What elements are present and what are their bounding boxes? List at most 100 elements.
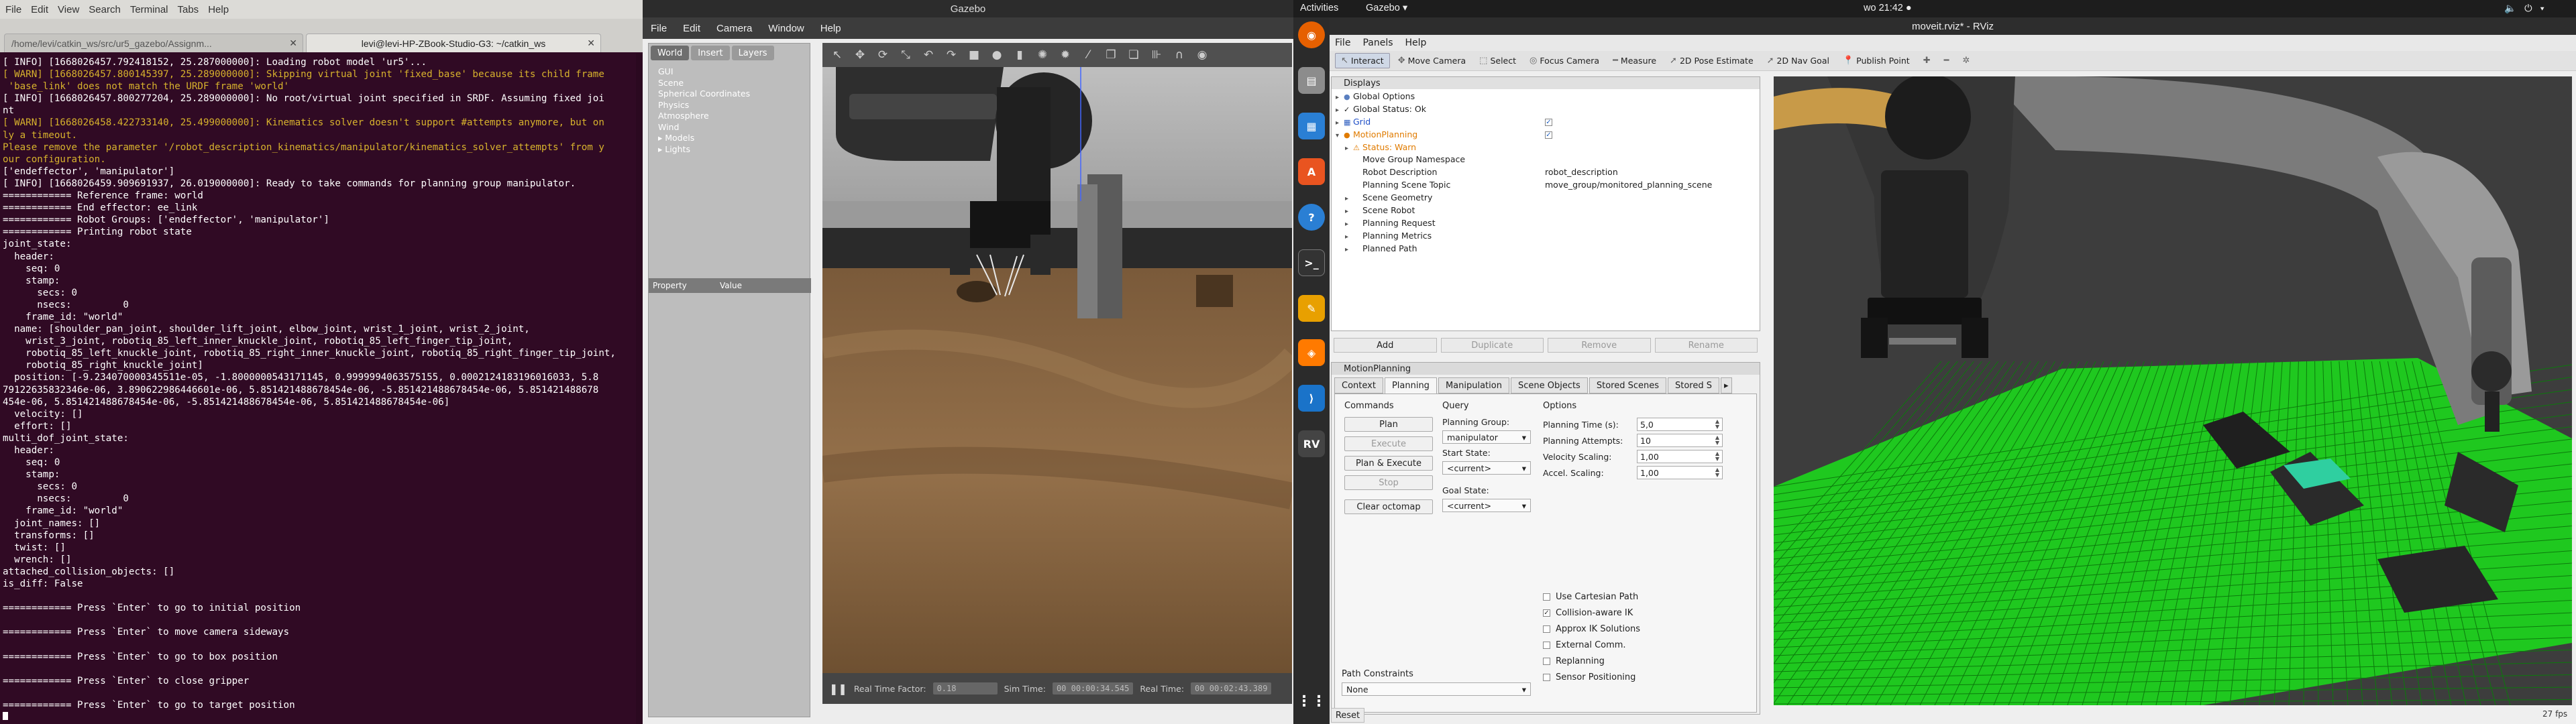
- remove-button[interactable]: Remove: [1548, 338, 1651, 353]
- plan-execute-button[interactable]: Plan & Execute: [1344, 456, 1433, 471]
- add-button[interactable]: Add: [1334, 338, 1437, 353]
- terminal-window[interactable]: File Edit View Search Terminal Tabs Help…: [0, 0, 643, 724]
- tab-world[interactable]: World: [651, 46, 690, 60]
- checkbox[interactable]: [1543, 657, 1550, 665]
- tool-2d-pose-estimate[interactable]: ➚ 2D Pose Estimate: [1664, 54, 1759, 68]
- tree-item-physics[interactable]: Physics: [658, 100, 806, 111]
- display-row[interactable]: ▾ ● MotionPlanning ✓: [1332, 129, 1760, 141]
- display-value[interactable]: move_group/monitored_planning_scene: [1545, 180, 1712, 190]
- option-spinbox[interactable]: 1,00 ▲ ▼: [1637, 466, 1723, 479]
- tool-tool-10[interactable]: ✲: [1957, 54, 1975, 68]
- tool-publish-point[interactable]: 📍 Publish Point: [1837, 54, 1915, 68]
- tool-measure[interactable]: ━ Measure: [1607, 54, 1662, 68]
- checkbox[interactable]: [1543, 625, 1550, 633]
- terminal-tab-1[interactable]: /home/levi/catkin_ws/src/ur5_gazebo/Assi…: [4, 34, 303, 52]
- tab-stored-scenes[interactable]: Stored Scenes: [1589, 377, 1666, 394]
- terminal-menu-search[interactable]: Search: [89, 4, 121, 15]
- terminal-tab-2[interactable]: levi@levi-HP-ZBook-Studio-G3: ~/catkin_w…: [306, 34, 601, 52]
- terminal-menu-file[interactable]: File: [5, 4, 21, 15]
- display-row[interactable]: ▸ ⚠ Status: Warn: [1332, 141, 1760, 154]
- tool-2d-nav-goal[interactable]: ➚ 2D Nav Goal: [1762, 54, 1835, 68]
- expand-arrow-icon[interactable]: ▸: [1345, 219, 1353, 230]
- terminal-menu-terminal[interactable]: Terminal: [130, 4, 168, 15]
- enable-checkbox[interactable]: ✓: [1545, 118, 1552, 126]
- option-checkbox-row[interactable]: External Comm.: [1543, 637, 1640, 653]
- gazebo-menu-edit[interactable]: Edit: [683, 23, 700, 34]
- display-row[interactable]: Planning Scene Topic move_group/monitored…: [1332, 179, 1760, 192]
- pause-icon[interactable]: ❚❚: [829, 682, 847, 695]
- display-value[interactable]: robot_description: [1545, 167, 1618, 177]
- spinbox-arrows-icon[interactable]: ▲ ▼: [1715, 419, 1722, 430]
- terminal-menu-view[interactable]: View: [58, 4, 79, 15]
- display-row[interactable]: ▸ Scene Robot: [1332, 204, 1760, 217]
- expand-arrow-icon[interactable]: ▸: [1345, 206, 1353, 217]
- scale-icon[interactable]: ⤡: [896, 46, 915, 64]
- gazebo-app-icon[interactable]: ◈: [1298, 339, 1325, 366]
- system-status-menu[interactable]: 🔈 ⏻ ▾: [2504, 3, 2547, 14]
- tool-select[interactable]: ⬚ Select: [1474, 54, 1521, 68]
- terminal-menu-edit[interactable]: Edit: [31, 4, 48, 15]
- terminal-app-icon[interactable]: >_: [1298, 249, 1325, 276]
- stop-button[interactable]: Stop: [1344, 475, 1433, 490]
- show-apps-icon[interactable]: ⋮⋮: [1297, 688, 1326, 715]
- tab-context[interactable]: Context: [1334, 377, 1383, 394]
- text-editor-icon[interactable]: ✎: [1298, 295, 1325, 322]
- tree-item-gui[interactable]: GUI: [658, 66, 806, 78]
- tool-interact[interactable]: ↖ Interact: [1335, 53, 1390, 68]
- terminal-scrollbar[interactable]: [636, 54, 643, 724]
- option-checkbox-row[interactable]: Approx IK Solutions: [1543, 621, 1640, 637]
- box-shape-icon[interactable]: ■: [965, 46, 983, 64]
- display-row[interactable]: ▸ ● Global Options: [1332, 90, 1760, 103]
- start-state-select[interactable]: <current> ▾: [1442, 461, 1531, 475]
- select-arrow-icon[interactable]: ↖: [828, 46, 847, 64]
- tree-item-atmosphere[interactable]: Atmosphere: [658, 111, 806, 122]
- tree-item-models[interactable]: ▸ Models: [658, 133, 806, 144]
- gazebo-menu-camera[interactable]: Camera: [716, 23, 752, 34]
- gazebo-menu-help[interactable]: Help: [820, 23, 841, 34]
- reset-button[interactable]: Reset: [1331, 708, 1364, 723]
- plan-button[interactable]: Plan: [1344, 417, 1433, 432]
- expand-arrow-icon[interactable]: ▸: [1336, 92, 1344, 103]
- translate-icon[interactable]: ✥: [851, 46, 869, 64]
- gazebo-window[interactable]: Gazebo File Edit Camera Window Help Worl…: [643, 0, 1293, 724]
- tree-item-spherical-coordinates[interactable]: Spherical Coordinates: [658, 88, 806, 100]
- vscode-icon[interactable]: ⟩: [1298, 385, 1325, 412]
- help-icon[interactable]: ?: [1298, 204, 1325, 231]
- option-spinbox[interactable]: 10 ▲ ▼: [1637, 434, 1723, 447]
- option-spinbox[interactable]: 1,00 ▲ ▼: [1637, 450, 1723, 463]
- tab-insert[interactable]: Insert: [691, 46, 730, 60]
- option-spinbox[interactable]: 5,0 ▲ ▼: [1637, 418, 1723, 431]
- display-row[interactable]: ▸ Scene Geometry: [1332, 192, 1760, 204]
- align-icon[interactable]: ⊪: [1147, 46, 1166, 64]
- terminal-menu-tabs[interactable]: Tabs: [178, 4, 199, 15]
- planning-group-select[interactable]: manipulator ▾: [1442, 430, 1531, 444]
- checkbox[interactable]: [1543, 641, 1550, 649]
- terminal-menu-help[interactable]: Help: [208, 4, 229, 15]
- redo-icon[interactable]: ↷: [942, 46, 961, 64]
- tab-layers[interactable]: Layers: [731, 46, 774, 60]
- rename-button[interactable]: Rename: [1654, 338, 1758, 353]
- clock[interactable]: wo 21:42 ●: [1864, 3, 1912, 13]
- gazebo-menu-window[interactable]: Window: [768, 23, 804, 34]
- gazebo-menu-file[interactable]: File: [651, 23, 667, 34]
- rotate-icon[interactable]: ⟳: [873, 46, 892, 64]
- activities-button[interactable]: Activities: [1300, 3, 1338, 13]
- option-checkbox-row[interactable]: Sensor Positioning: [1543, 669, 1640, 685]
- paste-icon[interactable]: ❏: [1124, 46, 1143, 64]
- tool-focus-camera[interactable]: ◎ Focus Camera: [1524, 54, 1605, 68]
- terminal-output[interactable]: [ INFO] [1668026457.792418152, 25.287000…: [3, 56, 640, 720]
- tree-item-lights[interactable]: ▸ Lights: [658, 144, 806, 156]
- tab-manipulation[interactable]: Manipulation: [1438, 377, 1509, 394]
- duplicate-button[interactable]: Duplicate: [1440, 338, 1544, 353]
- expand-arrow-icon[interactable]: ▸: [1336, 105, 1344, 116]
- snap-icon[interactable]: ∩: [1170, 46, 1189, 64]
- expand-arrow-icon[interactable]: ▸: [1345, 244, 1353, 255]
- rviz-window[interactable]: moveit.rviz* - RViz File Panels Help ↖ In…: [1330, 17, 2576, 724]
- tab-scroll-right-icon[interactable]: ▸: [1721, 377, 1732, 394]
- expand-arrow-icon[interactable]: ▸: [1345, 231, 1353, 243]
- expand-arrow-icon[interactable]: ▸: [1345, 193, 1353, 204]
- sphere-shape-icon[interactable]: ●: [987, 46, 1006, 64]
- enable-checkbox[interactable]: ✓: [1545, 131, 1552, 139]
- expand-arrow-icon[interactable]: ▾: [1336, 130, 1344, 141]
- tool-tool-8[interactable]: ✚: [1918, 54, 1936, 68]
